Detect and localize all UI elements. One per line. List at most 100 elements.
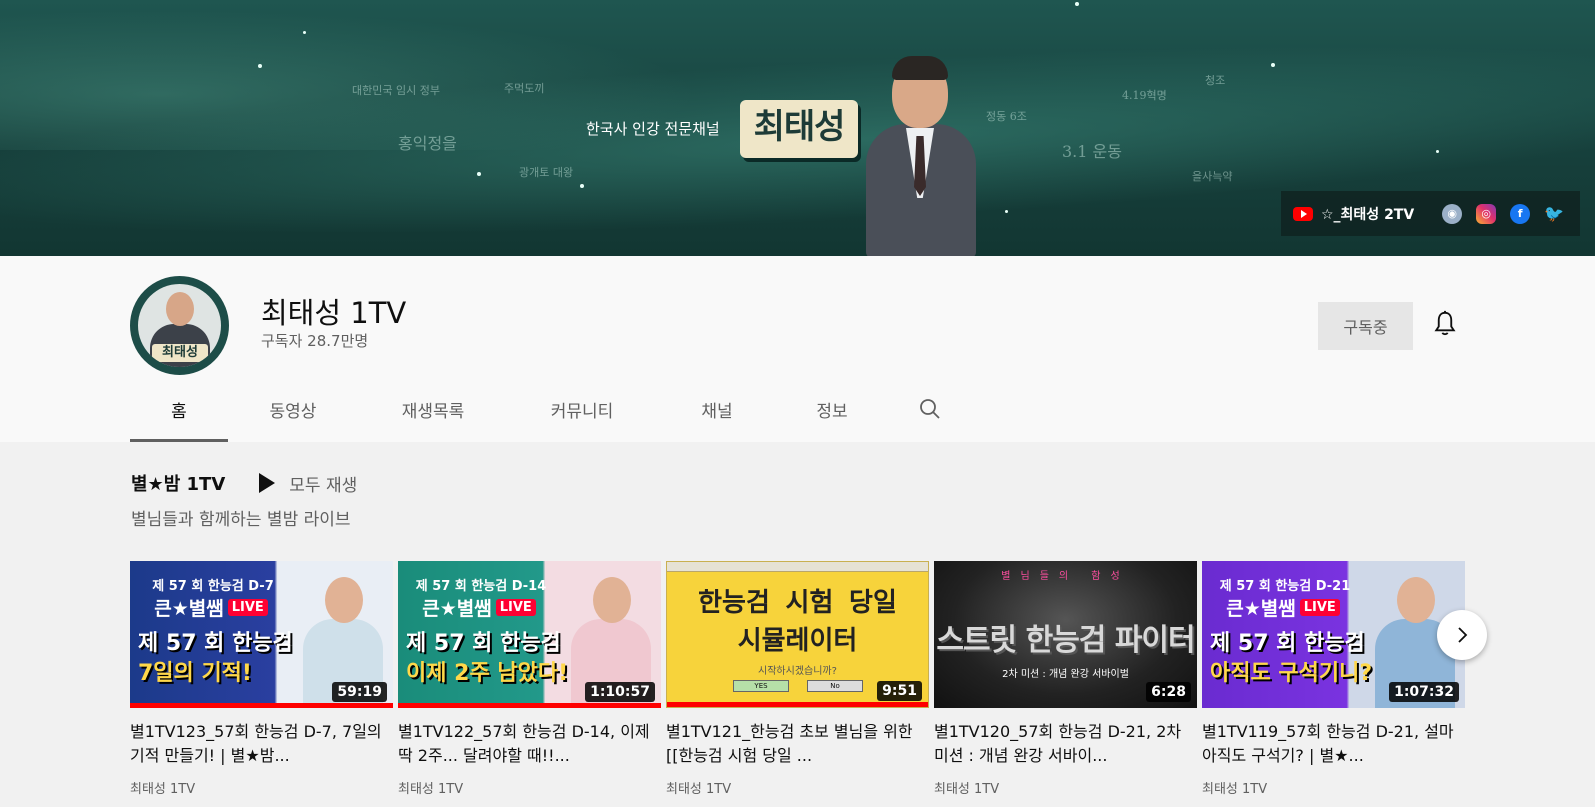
live-badge: LIVE [227, 598, 268, 616]
thumbnail-text: 7일의 기적! [138, 661, 252, 686]
channel-search-button[interactable] [886, 376, 974, 442]
globe-icon[interactable]: ◉ [1442, 203, 1463, 224]
banner-links-bar: ☆_최태성 2TV ◉ ◎ f 🐦 [1281, 191, 1580, 236]
video-title[interactable]: 별1TV123_57회 한능검 D-7, 7일의 기적 만들기! | 별★밤..… [130, 720, 393, 768]
video-channel-name[interactable]: 최태성 1TV [666, 778, 929, 797]
tab-playlists[interactable]: 재생목록 [358, 376, 508, 442]
banner-logo: 최태성 [740, 100, 858, 158]
tab-label: 채널 [701, 401, 733, 422]
tab-about[interactable]: 정보 [778, 376, 886, 442]
live-badge: LIVE [1299, 598, 1340, 616]
search-icon [920, 399, 940, 419]
thumbnail-text: 2차 미션 : 개념 완강 서바이벌 [1002, 669, 1129, 680]
subscriber-count: 구독자 28.7만명 [261, 332, 369, 350]
channel-tabs: 홈 동영상 재생목록 커뮤니티 채널 정보 [130, 376, 974, 442]
tab-home[interactable]: 홈 [130, 376, 228, 442]
instagram-icon[interactable]: ◎ [1476, 203, 1497, 224]
tab-label: 정보 [816, 401, 848, 422]
thumbnail-text: 제 57 회 한능검 [406, 631, 561, 656]
thumbnail-text: 시작하시겠습니까? [758, 666, 837, 677]
thumbnail-text: 제 57 회 한능검 D-7 [152, 579, 274, 594]
banner-decor-text: 홍익정을 [398, 134, 457, 153]
watch-progress-bar [667, 702, 928, 707]
second-channel-link[interactable]: ☆_최태성 2TV [1321, 204, 1414, 224]
tab-videos[interactable]: 동영상 [228, 376, 358, 442]
avatar[interactable]: 최태성 [130, 276, 229, 375]
subscribe-button[interactable]: 구독중 [1318, 302, 1413, 350]
play-icon [259, 473, 276, 493]
thumbnail-text: 제 57 회 한능검 D-21 [1219, 579, 1351, 594]
video-card[interactable]: 제 57 회 한능검 D-14 큰★별쌤 LIVE 제 57 회 한능검 이제 2주… [398, 561, 661, 797]
thumbnail-text: 제 57 회 한능검 [1210, 631, 1365, 656]
banner-decor-text: 광개토 대왕 [519, 166, 574, 179]
banner-star [477, 172, 481, 176]
video-duration: 1:10:57 [585, 682, 655, 702]
video-thumbnail[interactable]: 제 57 회 한능검 D-7 큰★별쌤 LIVE 제 57 회 한능검 7일의 기적… [130, 561, 393, 708]
tab-channels[interactable]: 채널 [656, 376, 778, 442]
banner-logo-text: 최태성 [753, 107, 846, 147]
tab-label: 커뮤니티 [550, 401, 614, 422]
thumbnail-text: 제 57 회 한능검 [138, 631, 293, 656]
youtube-icon[interactable] [1293, 206, 1313, 221]
video-thumbnail[interactable]: 별님들의 함성 스트릿 한능검 파이터 2차 미션 : 개념 완강 서바이벌 6… [934, 561, 1197, 708]
play-all-label: 모두 재생 [289, 475, 358, 496]
shelf-title[interactable]: 별★밤 1TV [131, 470, 225, 496]
banner-decor-text: 을사늑약 [1192, 170, 1233, 183]
tab-community[interactable]: 커뮤니티 [508, 376, 656, 442]
banner-decor-text: 청조 [1205, 74, 1226, 87]
thumbnail-text: 큰★별쌤 [154, 597, 224, 620]
video-duration: 1:07:32 [1389, 682, 1459, 702]
chevron-right-icon [1458, 627, 1468, 643]
facebook-icon[interactable]: f [1510, 203, 1531, 224]
video-channel-name[interactable]: 최태성 1TV [130, 778, 393, 797]
shelf-header: 별★밤 1TV 모두 재생 [131, 470, 357, 496]
thumbnail-text: 별님들의 함성 [1001, 571, 1130, 582]
thumbnail-text: 아직도 구석기니? [1210, 661, 1373, 686]
video-title[interactable]: 별1TV119_57회 한능검 D-21, 설마 아직도 구석기? | 별★..… [1202, 720, 1465, 768]
banner-star [258, 64, 262, 68]
video-duration: 59:19 [332, 682, 387, 702]
video-title[interactable]: 별1TV121_한능검 초보 별님을 위한 [[한능검 시험 당일 ... [666, 720, 929, 768]
play-all-button[interactable]: 모두 재생 [259, 471, 357, 496]
video-card[interactable]: 한능검 시험 당일 시뮬레이터 시작하시겠습니까? YES No 9:51 별1… [666, 561, 929, 797]
video-thumbnail[interactable]: 제 57 회 한능검 D-14 큰★별쌤 LIVE 제 57 회 한능검 이제 2주… [398, 561, 661, 708]
banner-star [303, 31, 306, 34]
thumbnail-text: 한능검 시험 당일 시뮬레이터 [698, 588, 897, 656]
thumbnail-text: 이제 2주 남았다! [406, 661, 569, 686]
video-shelf: 제 57 회 한능검 D-7 큰★별쌤 LIVE 제 57 회 한능검 7일의 기적… [130, 561, 1465, 797]
watch-progress-bar [130, 703, 393, 708]
video-duration: 9:51 [877, 681, 922, 701]
tab-label: 동영상 [269, 401, 317, 422]
banner-star [1005, 210, 1008, 213]
video-channel-name[interactable]: 최태성 1TV [934, 778, 1197, 797]
video-card[interactable]: 별님들의 함성 스트릿 한능검 파이터 2차 미션 : 개념 완강 서바이벌 6… [934, 561, 1197, 797]
thumbnail-text: 스트릿 한능검 파이터 [936, 623, 1195, 658]
banner-decor-text: 주먹도끼 [504, 82, 545, 95]
thumbnail-text: 큰★별쌤 [422, 597, 492, 620]
banner-decor-text: 4.19혁명 [1122, 89, 1167, 102]
shelf-next-button[interactable] [1437, 610, 1487, 660]
tab-label: 재생목록 [401, 401, 465, 422]
channel-header: 최태성 최태성 1TV 구독자 28.7만명 구독중 홈 동영상 재생목록 커뮤… [0, 256, 1595, 442]
video-channel-name[interactable]: 최태성 1TV [1202, 778, 1465, 797]
bell-icon[interactable] [1430, 308, 1460, 340]
banner-star [1436, 150, 1439, 153]
video-title[interactable]: 별1TV120_57회 한능검 D-21, 2차 미션 : 개념 완강 서바이.… [934, 720, 1197, 768]
banner-host-image [862, 56, 982, 256]
video-duration: 6:28 [1146, 682, 1191, 702]
channel-banner: 대한민국 임시 정부 홍익정을 광개토 대왕 주먹도끼 정동 6조 3.1 운동… [0, 0, 1595, 256]
video-channel-name[interactable]: 최태성 1TV [398, 778, 661, 797]
thumbnail-text: YES [733, 680, 789, 692]
banner-tagline: 한국사 인강 전문채널 [586, 120, 720, 138]
banner-star [580, 184, 584, 188]
video-title[interactable]: 별1TV122_57회 한능검 D-14, 이제 딱 2주... 달려야할 때!… [398, 720, 661, 768]
video-thumbnail[interactable]: 한능검 시험 당일 시뮬레이터 시작하시겠습니까? YES No 9:51 [666, 561, 929, 708]
thumbnail-text: No [807, 680, 863, 692]
video-thumbnail[interactable]: 제 57 회 한능검 D-21 큰★별쌤 LIVE 제 57 회 한능검 아직도 구… [1202, 561, 1465, 708]
video-card[interactable]: 제 57 회 한능검 D-21 큰★별쌤 LIVE 제 57 회 한능검 아직도 구… [1202, 561, 1465, 797]
video-card[interactable]: 제 57 회 한능검 D-7 큰★별쌤 LIVE 제 57 회 한능검 7일의 기적… [130, 561, 393, 797]
banner-decor-text: 대한민국 임시 정부 [352, 84, 440, 97]
twitter-icon[interactable]: 🐦 [1544, 204, 1564, 224]
thumbnail-text: 제 57 회 한능검 D-14 [415, 579, 547, 594]
channel-name: 최태성 1TV [261, 296, 407, 330]
